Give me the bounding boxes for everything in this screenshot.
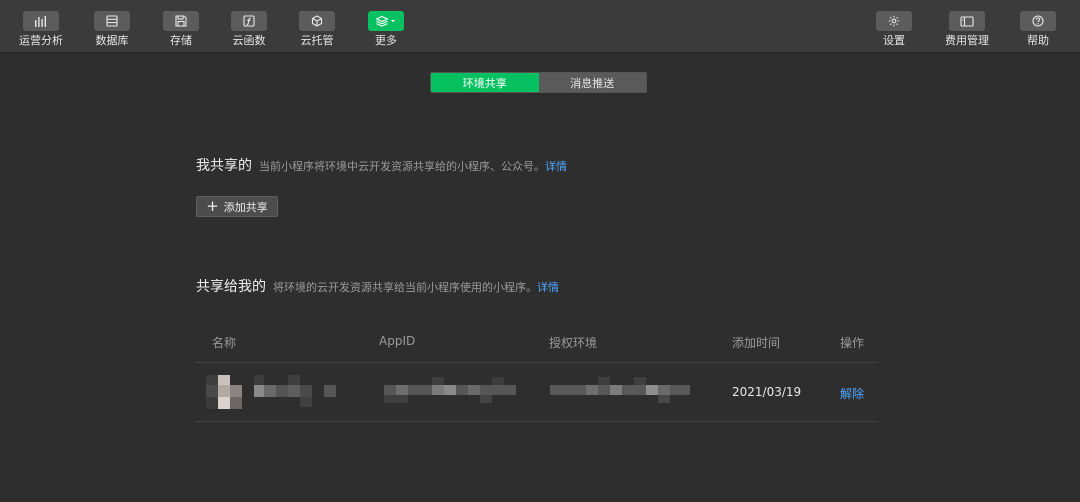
tab-message-push[interactable]: 消息推送 [538,73,646,92]
billing-icon [949,11,985,31]
redacted-appid [384,377,516,407]
database-icon [94,11,130,31]
tab-env-share[interactable]: 环境共享 [431,73,539,92]
toolbar-item-analytics[interactable]: 运营分析 [14,0,68,53]
details-link[interactable]: 详情 [545,158,567,174]
add-share-button[interactable]: + 添加共享 [196,196,278,217]
my-shared-header: 我共享的 当前小程序将环境中云开发资源共享给的小程序、公众号。 详情 [196,155,567,175]
toolbar-item-billing[interactable]: 费用管理 [940,0,994,53]
toolbar-item-label: 数据库 [95,34,129,47]
toolbar-item-label: 云托管 [300,34,334,47]
toolbar-item-label: 运营分析 [19,34,63,47]
toolbar-item-label: 存储 [170,34,192,47]
toolbar-item-label: 设置 [883,34,905,47]
shared-to-me-table: 名称 AppID 授权环境 添加时间 操作 2021/03/19 解除 [196,326,878,422]
added-date: 2021/03/19 [732,385,802,399]
toolbar-item-label: 更多 [375,34,397,47]
column-header-name: 名称 [212,336,237,350]
toolbar-item-storage[interactable]: 存储 [156,0,206,53]
toolbar-item-label: 帮助 [1027,34,1049,47]
column-header-env: 授权环境 [549,336,598,350]
redacted-env [550,377,690,407]
cloud-function-icon [231,11,267,31]
toolbar-item-database[interactable]: 数据库 [87,0,137,53]
column-header-appid: AppID [379,334,416,348]
section-description: 当前小程序将环境中云开发资源共享给的小程序、公众号。 [259,160,545,173]
bar-chart-icon [23,11,59,31]
help-icon [1020,11,1056,31]
storage-icon [163,11,199,31]
toolbar-item-settings[interactable]: 设置 [869,0,919,53]
toolbar-item-label: 云函数 [232,34,266,47]
cube-icon [299,11,335,31]
plus-icon: + [206,197,219,215]
chevron-down-icon [391,20,395,23]
shared-to-me-header: 共享给我的 将环境的云开发资源共享给当前小程序使用的小程序。 详情 [196,276,559,296]
toolbar-item-help[interactable]: 帮助 [1013,0,1063,53]
gear-icon [876,11,912,31]
redacted-name [206,375,338,409]
details-link[interactable]: 详情 [537,279,559,295]
column-header-date: 添加时间 [732,336,781,350]
toolbar-item-label: 费用管理 [945,34,989,47]
table-header: 名称 AppID 授权环境 添加时间 操作 [196,326,878,363]
section-title: 共享给我的 [196,279,266,295]
section-title: 我共享的 [196,158,252,174]
unbind-link[interactable]: 解除 [840,385,864,402]
toolbar-item-more[interactable]: 更多 [361,0,411,53]
table-row: 2021/03/19 解除 [196,363,878,422]
segmented-tabs: 环境共享 消息推送 [430,72,647,93]
top-toolbar: 运营分析 数据库 存储 云函数 云托管 更多 设置 费用管理 帮助 [0,0,1080,53]
add-share-label: 添加共享 [223,200,268,214]
toolbar-item-cloud-hosting[interactable]: 云托管 [292,0,342,53]
toolbar-item-cloud-function[interactable]: 云函数 [224,0,274,53]
column-header-action: 操作 [840,336,865,350]
section-description: 将环境的云开发资源共享给当前小程序使用的小程序。 [273,281,537,294]
layers-icon [368,11,404,31]
